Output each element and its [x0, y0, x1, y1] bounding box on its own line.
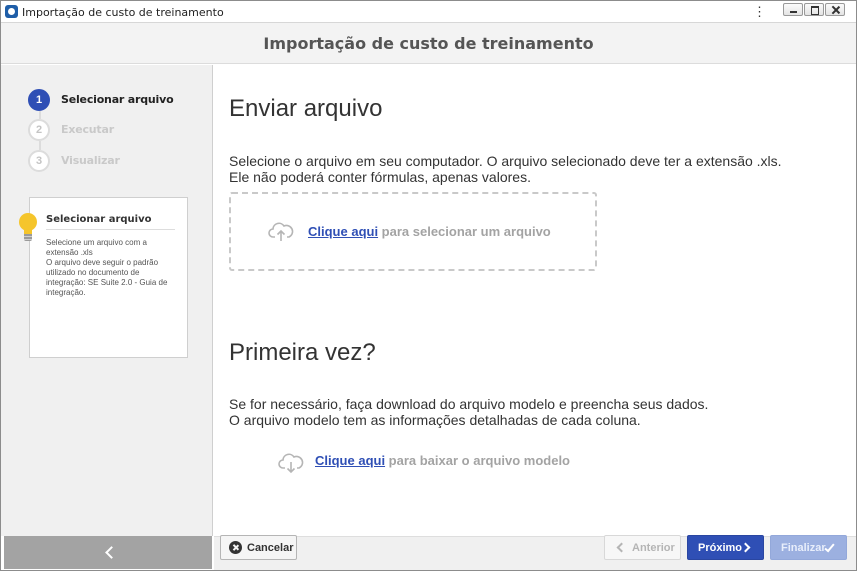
first-time-description-line: Se for necessário, faça download do arqu… [229, 396, 709, 412]
download-template-prompt: Clique aqui para baixar o arquivo modelo [315, 453, 570, 468]
finish-button-label: Finalizar [781, 542, 826, 554]
minimize-button[interactable] [783, 3, 803, 16]
cancel-icon [229, 541, 242, 554]
hint-panel: Selecionar arquivo Selecione um arquivo … [29, 197, 188, 358]
select-file-link[interactable]: Clique aqui [308, 224, 378, 239]
send-file-description: Selecione o arquivo em seu computador. O… [229, 153, 839, 185]
first-time-description-line: O arquivo modelo tem as informações deta… [229, 412, 641, 428]
hint-text: Selecione um arquivo com a extensão .xls… [46, 238, 168, 297]
step-number: 2 [28, 119, 50, 141]
collapse-sidebar-button[interactable] [4, 536, 212, 569]
cloud-download-icon [278, 450, 304, 474]
cancel-button[interactable]: Cancelar [220, 535, 297, 560]
close-window-button[interactable] [825, 3, 845, 16]
wizard-step-select-file[interactable]: 1 Selecionar arquivo [28, 89, 208, 111]
first-time-heading: Primeira vez? [229, 339, 376, 366]
next-button[interactable]: Próximo [687, 535, 764, 560]
wizard-sidebar: 1 Selecionar arquivo 2 Executar 3 Visual… [1, 65, 213, 536]
title-bar: Importação de custo de treinamento ⋮ [1, 1, 856, 23]
app-icon [5, 5, 18, 18]
step-connector [39, 141, 41, 150]
page-header: Importação de custo de treinamento [1, 23, 856, 64]
chevron-right-icon [740, 542, 751, 553]
download-template-link[interactable]: Clique aqui [315, 453, 385, 468]
dialog-window: Importação de custo de treinamento ⋮ Imp… [0, 0, 857, 571]
previous-button-label: Anterior [632, 542, 675, 554]
page-title: Importação de custo de treinamento [263, 34, 594, 53]
wizard-step-view: 3 Visualizar [28, 150, 208, 172]
step-label: Selecionar arquivo [61, 93, 174, 106]
hint-title: Selecionar arquivo [46, 214, 152, 225]
cancel-button-label: Cancelar [247, 542, 294, 554]
cloud-upload-icon [268, 219, 294, 243]
previous-button[interactable]: Anterior [604, 535, 681, 560]
chevron-left-icon [104, 545, 114, 559]
download-template-link-suffix: para baixar o arquivo modelo [385, 453, 571, 468]
first-time-description: Se for necessário, faça download do arqu… [229, 396, 839, 428]
finish-button[interactable]: Finalizar [770, 535, 847, 560]
maximize-button[interactable] [804, 3, 824, 16]
select-file-prompt: Clique aqui para selecionar um arquivo [308, 224, 551, 239]
send-file-description-line: Selecione o arquivo em seu computador. O… [229, 153, 782, 169]
step-connector [39, 111, 41, 119]
next-button-label: Próximo [698, 542, 743, 554]
step-label: Executar [61, 123, 114, 136]
wizard-step-execute: 2 Executar [28, 119, 208, 141]
send-file-heading: Enviar arquivo [229, 95, 383, 122]
main-content: Enviar arquivo Selecione o arquivo em se… [214, 65, 856, 536]
lightbulb-icon [19, 213, 37, 245]
hint-divider [46, 229, 175, 230]
step-label: Visualizar [61, 154, 120, 167]
step-number: 3 [28, 150, 50, 172]
send-file-description-line: Ele não poderá conter fórmulas, apenas v… [229, 169, 531, 185]
window-title: Importação de custo de treinamento [22, 6, 224, 19]
more-options-icon[interactable]: ⋮ [753, 5, 766, 19]
step-number: 1 [28, 89, 50, 111]
file-drop-zone[interactable]: Clique aqui para selecionar um arquivo [229, 192, 597, 271]
select-file-link-suffix: para selecionar um arquivo [378, 224, 551, 239]
chevron-left-icon [616, 542, 627, 553]
